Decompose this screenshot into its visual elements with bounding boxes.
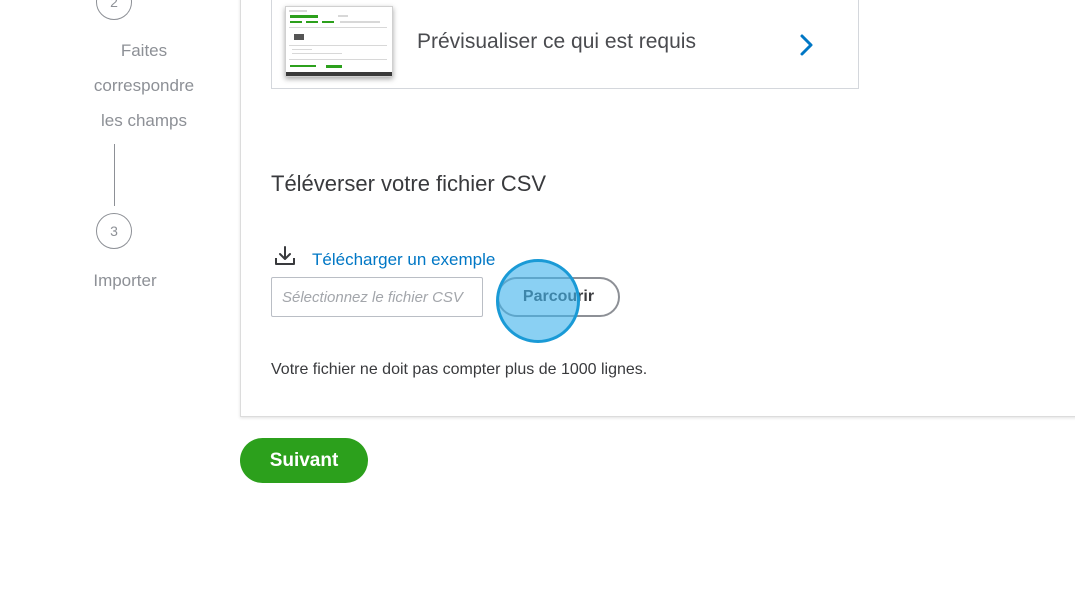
download-sample-link[interactable]: Télécharger un exemple xyxy=(312,249,495,271)
stepper-connector xyxy=(114,144,115,206)
row-limit-note: Votre fichier ne doit pas compter plus d… xyxy=(271,361,648,378)
download-icon[interactable] xyxy=(273,244,297,268)
step-2-label-line-3: les champs xyxy=(101,111,187,130)
next-button[interactable]: Suivant xyxy=(240,438,368,483)
chevron-right-icon[interactable] xyxy=(794,33,818,57)
preview-requirements-panel[interactable]: Prévisualiser ce qui est requis xyxy=(271,0,859,89)
step-2-number: 2 xyxy=(110,0,118,10)
step-2-label: Faites correspondre les champs xyxy=(80,33,208,138)
preview-requirements-label: Prévisualiser ce qui est requis xyxy=(417,30,696,53)
step-2-label-line-1: Faites xyxy=(120,41,168,60)
spreadsheet-preview-thumbnail xyxy=(285,6,393,77)
step-3-label: Importer xyxy=(93,271,157,290)
browse-button[interactable]: Parcourir xyxy=(497,277,620,317)
step-2-circle: 2 xyxy=(96,0,132,20)
step-2-label-line-2: correspondre xyxy=(93,76,195,95)
step-3-circle: 3 xyxy=(96,213,132,249)
csv-file-input[interactable] xyxy=(271,277,483,317)
upload-section-title: Téléverser votre fichier CSV xyxy=(271,171,547,196)
step-3-number: 3 xyxy=(110,223,118,239)
